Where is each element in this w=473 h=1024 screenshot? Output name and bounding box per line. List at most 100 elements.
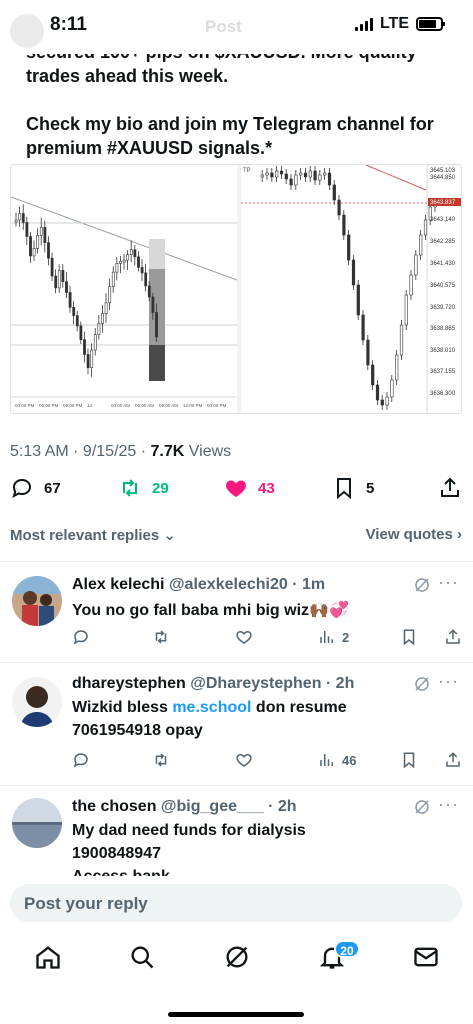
header-title: Post — [205, 17, 242, 36]
chart-price-label: 3643.140 — [430, 217, 456, 223]
reply-header: Alex kelechi @alexkelechi20 · 1m — [72, 576, 325, 594]
candle — [323, 172, 327, 176]
avatar[interactable] — [12, 576, 62, 626]
bookmark-button[interactable] — [400, 751, 418, 769]
candle — [29, 236, 32, 257]
candle — [303, 172, 308, 178]
repost-button[interactable] — [152, 751, 170, 769]
candle — [122, 259, 126, 263]
home-icon[interactable] — [34, 943, 62, 971]
views-button[interactable]: 46 — [318, 751, 356, 769]
candle — [86, 354, 90, 369]
reply-handle: @alexkelechi20 · 1m — [168, 576, 326, 593]
candle — [133, 249, 137, 258]
share-button[interactable] — [438, 476, 462, 500]
candle — [155, 312, 158, 338]
chart-price-label: 3637.155 — [430, 369, 456, 375]
more-options-icon[interactable]: ··· — [438, 572, 459, 593]
repost-button[interactable]: 29 — [118, 476, 169, 500]
like-button[interactable] — [235, 751, 253, 769]
chart-price-label: 3638.010 — [430, 348, 456, 354]
candle — [65, 281, 68, 293]
reply-text-content: You no go fall baba mhi big wiz🙌🏾💞 — [72, 602, 349, 619]
views-count: 7.7K — [150, 443, 185, 460]
reply-item[interactable]: the chosen @big_gee___ · 2h ··· My dad n… — [0, 786, 473, 876]
candle — [313, 170, 317, 181]
heart-filled-icon — [226, 480, 246, 497]
reply-button[interactable] — [72, 751, 90, 769]
candle — [119, 261, 122, 264]
candle — [108, 286, 112, 304]
views-count: 46 — [342, 752, 357, 768]
candle — [54, 275, 58, 289]
candle — [395, 354, 399, 381]
notifications-badge: 20 — [334, 940, 360, 958]
search-icon[interactable] — [128, 943, 156, 971]
messages-icon[interactable] — [412, 943, 440, 971]
like-button[interactable] — [235, 628, 253, 646]
candle — [61, 269, 65, 282]
more-options-icon[interactable]: ··· — [438, 794, 459, 815]
candle — [332, 184, 336, 201]
candle — [72, 307, 76, 316]
candle — [380, 399, 384, 406]
candle — [50, 257, 54, 277]
candle — [18, 213, 22, 221]
reply-actions: 2 — [72, 628, 462, 648]
heart-icon — [236, 753, 252, 767]
chevron-down-icon: ⌄ — [163, 527, 176, 544]
sort-replies-dropdown[interactable]: Most relevant replies ⌄ — [10, 527, 176, 544]
candle — [371, 364, 375, 386]
candle — [284, 173, 288, 180]
reply-author-name[interactable]: Alex kelechi — [72, 576, 165, 593]
candle — [361, 314, 365, 341]
sort-label: Most relevant replies — [10, 527, 160, 544]
reply-button[interactable] — [72, 628, 90, 646]
signal-icon — [354, 17, 373, 31]
chart-price-label: 3638.865 — [430, 326, 456, 332]
reply-author-name[interactable]: the chosen — [72, 798, 156, 815]
back-button-ghost[interactable] — [10, 14, 44, 48]
repost-button[interactable] — [152, 628, 170, 646]
candle — [399, 324, 404, 356]
candle — [104, 302, 108, 314]
reply-item[interactable]: dhareystephen @Dhareystephen · 2h ··· Wi… — [0, 663, 473, 785]
chart-time-label: 09:00 PM — [63, 403, 83, 408]
chart-time-label: 06:00 PM — [39, 403, 59, 408]
tweet-timestamp: 5:13 AM · 9/15/25 · — [10, 443, 151, 460]
candle — [126, 254, 130, 261]
views-icon — [320, 754, 333, 766]
avatar[interactable] — [12, 798, 62, 848]
candle — [342, 214, 346, 236]
reply-item[interactable]: Alex kelechi @alexkelechi20 · 1m ··· You… — [0, 562, 473, 662]
like-button[interactable]: 43 — [224, 476, 275, 500]
reply-header: the chosen @big_gee___ · 2h — [72, 798, 297, 816]
network-label: LTE — [379, 15, 409, 32]
reply-author-name[interactable]: dhareystephen — [72, 675, 186, 692]
candle — [68, 292, 72, 308]
grok-icon[interactable] — [413, 798, 431, 816]
grok-icon[interactable] — [223, 943, 251, 971]
tweet-media-chart[interactable]: 03:00 PM 06:00 PM 09:00 PM 14 03:00 AM 06:00 … — [10, 164, 462, 414]
view-quotes-link[interactable]: View quotes › — [366, 526, 462, 543]
more-options-icon[interactable]: ··· — [438, 671, 459, 692]
share-icon — [446, 752, 460, 767]
reply-link[interactable]: me.school — [172, 699, 251, 716]
chart-time-label: 03:00 PM — [15, 403, 35, 408]
share-button[interactable] — [444, 628, 462, 646]
reply-button[interactable]: 67 — [10, 476, 61, 500]
avatar[interactable] — [12, 677, 62, 727]
candle — [351, 259, 356, 286]
bookmark-button[interactable]: 5 — [332, 476, 374, 500]
reply-input[interactable]: Post your reply — [10, 884, 462, 922]
share-button[interactable] — [444, 751, 462, 769]
position-box-stop — [149, 345, 165, 381]
grok-icon[interactable] — [413, 675, 431, 693]
candle — [385, 396, 389, 406]
candle — [90, 349, 94, 369]
views-button[interactable]: 2 — [318, 628, 349, 646]
bookmark-button[interactable] — [400, 628, 418, 646]
candle — [419, 234, 423, 256]
reply-text: You no go fall baba mhi big wiz🙌🏾💞 — [72, 599, 452, 622]
grok-icon[interactable] — [413, 576, 431, 594]
